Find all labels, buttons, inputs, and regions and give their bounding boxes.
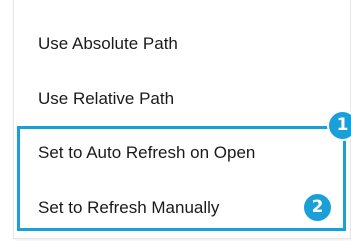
- menu-item-auto-refresh-on-open[interactable]: Set to Auto Refresh on Open: [38, 142, 255, 164]
- callout-badge-1: 1: [327, 110, 351, 141]
- menu-item-refresh-manually[interactable]: Set to Refresh Manually: [38, 197, 219, 219]
- menu-item-use-relative-path[interactable]: Use Relative Path: [38, 88, 174, 110]
- context-menu: Use Absolute Path Use Relative Path Set …: [13, 0, 351, 239]
- menu-item-use-absolute-path[interactable]: Use Absolute Path: [38, 33, 178, 55]
- screenshot-stage: Use Absolute Path Use Relative Path Set …: [0, 0, 351, 241]
- callout-badge-2: 2: [302, 192, 333, 223]
